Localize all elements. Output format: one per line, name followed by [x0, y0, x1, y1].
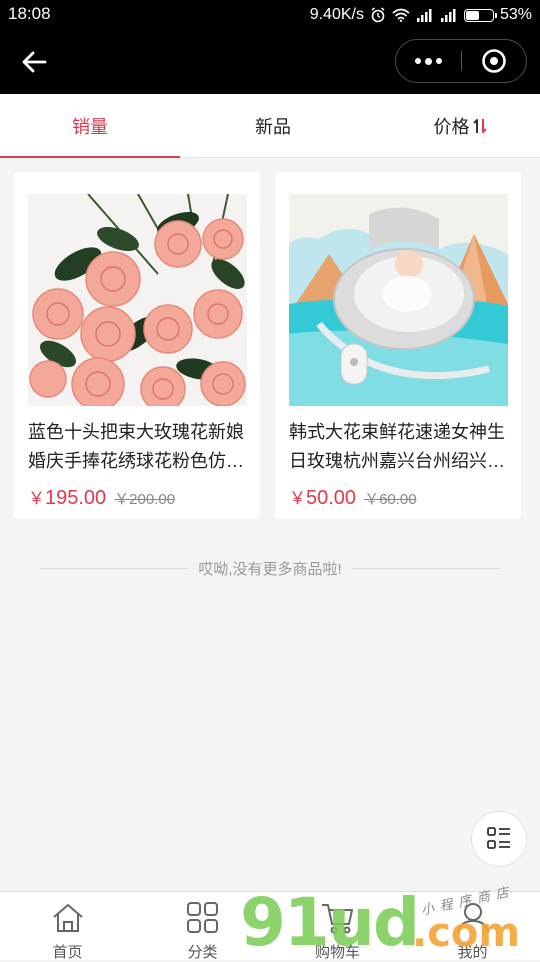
product-image-bouncer[interactable]: [289, 194, 508, 406]
tab-sort-new[interactable]: 新品: [183, 94, 363, 157]
tab-mine[interactable]: 我的: [405, 892, 540, 961]
category-icon: [186, 902, 218, 933]
price-value: 50.00: [306, 487, 357, 509]
list-icon: [487, 827, 510, 849]
product-title[interactable]: 韩式大花束鲜花速递女神生日玫瑰杭州嘉兴台州绍兴鲜花: [289, 418, 511, 476]
divider-line: [351, 567, 500, 569]
tab-label: 新品: [255, 116, 291, 137]
product-card[interactable]: 蓝色十头把束大玫瑰花新娘婚庆手捧花绣球花粉色仿真花 ￥ 195.00 ￥200.…: [14, 172, 260, 519]
home-icon: [52, 904, 83, 932]
more-dot-icon: [415, 58, 421, 64]
more-button[interactable]: [396, 40, 461, 82]
signal-icon: [416, 9, 432, 22]
tab-label: 我的: [457, 944, 488, 961]
tab-label: 分类: [187, 944, 218, 961]
back-arrow-icon: [22, 51, 47, 73]
product-image-roses[interactable]: [28, 194, 247, 406]
tab-sort-price[interactable]: 价格: [370, 94, 540, 157]
tab-home[interactable]: 首页: [0, 892, 135, 961]
original-price: ￥60.00: [364, 491, 417, 508]
nav-bar: [0, 30, 540, 94]
user-icon: [456, 903, 489, 934]
product-price: ￥ 50.00 ￥60.00: [289, 484, 417, 510]
list-view-button[interactable]: [471, 811, 527, 867]
sort-arrows-icon: [472, 117, 487, 135]
cart-icon: [321, 904, 353, 934]
price-value: 195.00: [45, 487, 107, 509]
price-currency: ￥: [28, 489, 45, 508]
price-currency: ￥: [289, 489, 306, 508]
product-title[interactable]: 蓝色十头把束大玫瑰花新娘婚庆手捧花绣球花粉色仿真花: [28, 418, 250, 476]
wifi-icon: [392, 8, 410, 22]
battery-level: [465, 10, 479, 20]
target-close-icon: [482, 49, 506, 73]
network-speed: 9.40K/s: [309, 6, 364, 23]
battery-icon: [463, 8, 497, 22]
status-bar: 18:08 9.40K/s 53%: [0, 0, 540, 30]
tab-label: 购物车: [314, 944, 360, 961]
sort-bar: 销量 新品 价格: [0, 94, 540, 158]
more-dot-icon: [436, 58, 442, 64]
status-time: 18:08: [8, 4, 51, 23]
product-price: ￥ 195.00 ￥200.00: [28, 484, 175, 510]
tab-label: 首页: [52, 944, 83, 961]
battery-percent: 53%: [499, 6, 532, 23]
tab-label: 价格: [433, 116, 470, 137]
status-indicators: 9.40K/s 53%: [310, 4, 532, 26]
tab-sort-sales[interactable]: 销量: [0, 94, 180, 158]
more-dot-icon: [425, 57, 432, 65]
tab-category[interactable]: 分类: [135, 892, 270, 961]
close-mini-program-button[interactable]: [462, 40, 526, 82]
signal-icon-2: [440, 9, 456, 22]
active-tab-indicator: [0, 156, 180, 158]
original-price: ￥200.00: [114, 491, 176, 508]
mini-program-capsule: [395, 39, 527, 83]
end-of-list-text: 哎呦,没有更多商品啦!: [198, 560, 342, 578]
product-card[interactable]: 韩式大花束鲜花速递女神生日玫瑰杭州嘉兴台州绍兴鲜花 ￥ 50.00 ￥60.00: [275, 172, 521, 519]
back-button[interactable]: [14, 42, 54, 82]
tab-cart[interactable]: 购物车: [270, 892, 405, 961]
alarm-icon: [371, 7, 385, 23]
divider-line: [40, 567, 189, 569]
tab-label: 销量: [72, 116, 108, 137]
bottom-tab-bar: 首页 分类 购物车 我的: [0, 891, 540, 961]
end-of-list: 哎呦,没有更多商品啦!: [40, 557, 500, 579]
